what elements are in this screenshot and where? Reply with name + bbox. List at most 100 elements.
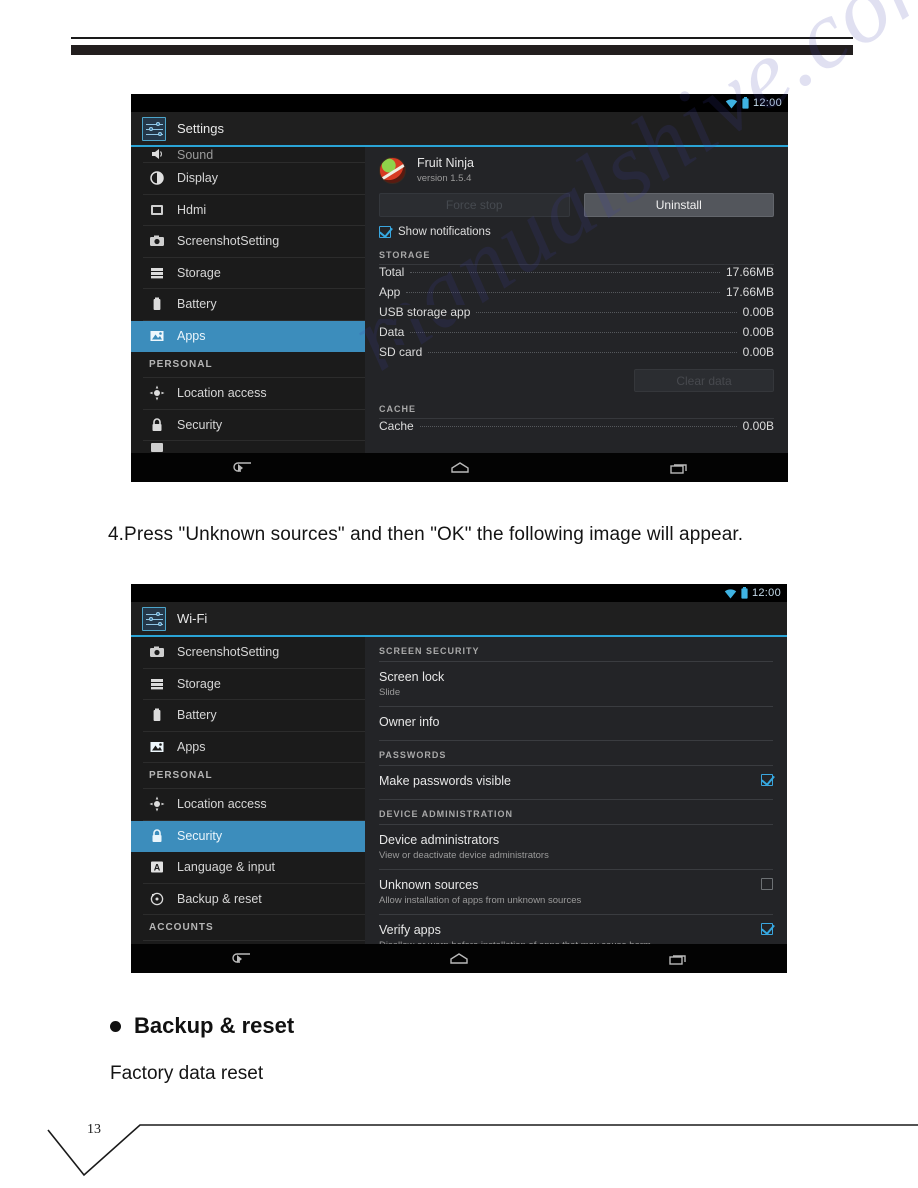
sidebar-item-backup-reset[interactable]: Backup & reset: [143, 884, 365, 915]
language-a-icon: [151, 443, 163, 452]
storage-key: App: [379, 285, 405, 299]
verify-apps-sub: Disallow or warn before installation of …: [379, 940, 651, 944]
section-heading-text: Backup & reset: [134, 1013, 295, 1038]
owner-info-row[interactable]: Owner info: [379, 707, 773, 741]
section-heading: Backup & reset: [110, 1013, 294, 1039]
action-bar-2: Wi-Fi: [131, 602, 787, 637]
sidebar-item-label: Battery: [177, 708, 217, 723]
sidebar-item-security[interactable]: Security: [143, 410, 365, 441]
verify-apps-checkbox[interactable]: [761, 923, 773, 935]
home-icon: [450, 461, 469, 473]
screen-content-1: Sound Display Hdmi ScreenshotSetting Sto…: [131, 147, 788, 453]
unknown-sources-checkbox[interactable]: [761, 878, 773, 890]
tablet-screenshot-security: 12:00 Wi-Fi ScreenshotSetting Storage Ba…: [131, 584, 787, 973]
cache-group-header: CACHE: [379, 404, 774, 419]
home-button[interactable]: [437, 457, 483, 479]
action-bar-title: Wi-Fi: [177, 611, 208, 626]
sidebar-item-language-input[interactable]: A Language & input: [143, 852, 365, 884]
cache-row: Cache 0.00B: [379, 419, 774, 439]
settings-sliders-icon: [142, 606, 166, 631]
sidebar-item-battery[interactable]: Battery: [143, 289, 365, 321]
sidebar-item-hdmi[interactable]: Hdmi: [143, 195, 365, 226]
manual-page: 12:00 Settings Sound Display Hdmi Screen…: [0, 0, 918, 1188]
page-number: 13: [87, 1122, 101, 1137]
action-bar-title: Settings: [177, 121, 224, 136]
storage-key: USB storage app: [379, 305, 475, 319]
screen-lock-value: Slide: [379, 687, 401, 698]
cache-value: 0.00B: [738, 419, 774, 433]
sidebar-item-label: Language & input: [177, 860, 276, 875]
storage-group-header: STORAGE: [379, 250, 774, 265]
show-notifications-checkbox[interactable]: [379, 226, 391, 238]
app-header: Fruit Ninja version 1.5.4: [379, 147, 774, 184]
apps-image-icon: [150, 741, 164, 752]
device-administration-header: DEVICE ADMINISTRATION: [379, 800, 773, 825]
sidebar-item-label: ScreenshotSetting: [177, 645, 280, 660]
sidebar-item-label: Apps: [177, 739, 206, 754]
recents-button[interactable]: [656, 457, 702, 479]
sidebar-item-storage[interactable]: Storage: [143, 258, 365, 289]
sidebar-item-screenshotsetting[interactable]: ScreenshotSetting: [143, 226, 365, 258]
sidebar-item-sound[interactable]: Sound: [143, 147, 365, 163]
app-action-buttons: Force stop Uninstall: [379, 193, 774, 217]
sidebar-item-label: Hdmi: [177, 202, 207, 217]
sidebar-item-location-access[interactable]: Location access: [143, 378, 365, 410]
sidebar-item-label: Backup & reset: [177, 891, 262, 906]
footer-decoration: [47, 1124, 918, 1177]
sidebar-item-label: Display: [177, 171, 218, 186]
svg-text:A: A: [154, 863, 161, 873]
status-bar-1: 12:00: [131, 94, 788, 112]
storage-row: SD card 0.00B: [379, 345, 774, 365]
battery-icon: [741, 587, 748, 599]
home-button[interactable]: [436, 948, 482, 970]
battery-icon: [153, 708, 161, 722]
sidebar-item-label: Location access: [177, 797, 267, 812]
sidebar-item-apps[interactable]: Apps: [143, 732, 365, 763]
verify-apps-row[interactable]: Verify apps Disallow or warn before inst…: [379, 915, 773, 944]
show-notifications-row[interactable]: Show notifications: [379, 226, 774, 238]
make-passwords-visible-checkbox[interactable]: [761, 774, 773, 786]
camera-icon: [150, 646, 164, 658]
storage-key: Total: [379, 265, 409, 279]
storage-row: USB storage app 0.00B: [379, 305, 774, 325]
sidebar-item-partial-bottom[interactable]: [143, 441, 365, 453]
sidebar-group-personal: PERSONAL: [143, 763, 365, 789]
sidebar-item-location-access[interactable]: Location access: [143, 789, 365, 821]
sidebar-item-storage[interactable]: Storage: [143, 669, 365, 700]
fruit-ninja-app-icon: [379, 156, 406, 184]
uninstall-button[interactable]: Uninstall: [583, 193, 774, 217]
storage-row: Data 0.00B: [379, 325, 774, 345]
storage-stack-icon: [151, 678, 163, 690]
clear-data-button[interactable]: Clear data: [634, 369, 774, 392]
back-button[interactable]: [218, 457, 264, 479]
security-settings-pane: SCREEN SECURITY Screen lock Slide Owner …: [365, 637, 787, 944]
storage-value: 0.00B: [738, 325, 774, 339]
force-stop-button[interactable]: Force stop: [379, 193, 570, 217]
device-administrators-title: Device administrators: [379, 833, 500, 847]
recents-button[interactable]: [655, 948, 701, 970]
unknown-sources-row[interactable]: Unknown sources Allow installation of ap…: [379, 870, 773, 915]
sidebar-item-screenshotsetting[interactable]: ScreenshotSetting: [143, 637, 365, 669]
back-button[interactable]: [217, 948, 263, 970]
sidebar-item-battery[interactable]: Battery: [143, 700, 365, 732]
status-clock: 12:00: [752, 97, 782, 109]
device-administrators-sub: View or deactivate device administrators: [379, 850, 549, 861]
leader-dots: [406, 292, 720, 293]
back-icon: [232, 461, 251, 472]
device-administrators-row[interactable]: Device administrators View or deactivate…: [379, 825, 773, 870]
sidebar-item-label: Security: [177, 417, 223, 432]
sidebar-item-security[interactable]: Security: [131, 820, 365, 852]
leader-dots: [476, 312, 737, 313]
sidebar-item-apps[interactable]: Apps: [131, 320, 365, 352]
sidebar-item-display[interactable]: Display: [143, 163, 365, 195]
screen-lock-row[interactable]: Screen lock Slide: [379, 662, 773, 707]
hdmi-screen-icon: [151, 204, 163, 215]
header-black-bar: [71, 45, 853, 55]
sidebar-item-label: Sound: [177, 148, 214, 162]
backup-restore-icon: [150, 892, 164, 905]
sidebar-item-label: Storage: [177, 265, 221, 280]
sub-heading-text: Factory data reset: [110, 1063, 264, 1084]
location-crosshair-icon: [149, 385, 165, 401]
make-passwords-visible-row[interactable]: Make passwords visible: [379, 766, 773, 800]
status-bar-2: 12:00: [131, 584, 787, 602]
